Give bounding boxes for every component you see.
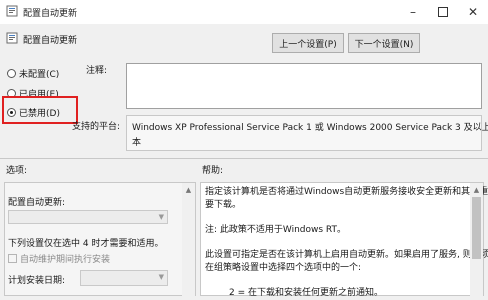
- supported-label: 支持的平台:: [72, 122, 121, 132]
- maintenance-checkbox[interactable]: [8, 254, 17, 263]
- scrollbar-thumb[interactable]: [472, 197, 481, 259]
- maintenance-option[interactable]: 自动维护期间执行安装: [8, 252, 110, 265]
- chevron-down-icon: ▼: [158, 273, 164, 281]
- section-divider: [0, 158, 488, 159]
- maximize-icon: [438, 7, 448, 17]
- options-label: 选项:: [6, 166, 28, 176]
- supported-platform-box: Windows XP Professional Service Pack 1 或…: [126, 115, 488, 151]
- configure-dropdown[interactable]: ▼: [8, 210, 168, 224]
- schedule-dropdown[interactable]: ▼: [80, 270, 168, 286]
- comment-input[interactable]: [126, 63, 482, 109]
- selection-highlight: [2, 96, 78, 124]
- supported-text-line2: 本: [132, 138, 142, 148]
- supported-text-line1: Windows XP Professional Service Pack 1 或…: [132, 123, 488, 133]
- options-note: 下列设置仅在选中 4 时才需要和适用。: [8, 239, 164, 249]
- next-setting-button[interactable]: 下一个设置(N): [348, 33, 420, 53]
- window-title: 配置自动更新: [23, 9, 78, 19]
- help-content: 指定该计算机是否将通过Windows自动更新服务接收安全更新和其他重 要下载。 …: [205, 186, 488, 300]
- chevron-down-icon: ▼: [158, 213, 164, 221]
- policy-name: 配置自动更新: [23, 36, 78, 46]
- close-button[interactable]: ✕: [458, 0, 488, 24]
- help-para1-line2: 要下载。: [205, 200, 242, 210]
- policy-settings-icon: [6, 5, 18, 17]
- maximize-button[interactable]: [428, 0, 458, 24]
- help-label: 帮助:: [202, 166, 224, 176]
- radio-not-configured[interactable]: 未配置(C): [7, 67, 59, 80]
- scroll-up-icon[interactable]: ▲: [470, 183, 483, 196]
- radio-circle[interactable]: [7, 69, 16, 78]
- previous-setting-button[interactable]: 上一个设置(P): [272, 33, 344, 53]
- comment-label: 注释:: [86, 66, 108, 76]
- close-icon: ✕: [467, 5, 479, 19]
- configure-label: 配置自动更新:: [8, 198, 66, 208]
- scroll-up-icon[interactable]: ▲: [182, 183, 195, 196]
- minimize-button[interactable]: –: [398, 0, 428, 24]
- maintenance-label: 自动维护期间执行安装: [20, 255, 111, 265]
- radio-label: 未配置(C): [19, 70, 60, 80]
- help-para3-line2: 在组策略设置中选择四个选项中的一个:: [205, 263, 362, 273]
- options-scrollbar[interactable]: [182, 183, 195, 296]
- minimize-icon: –: [410, 5, 416, 19]
- help-para2: 注: 此政策不适用于Windows RT。: [205, 225, 347, 235]
- help-para3-line1: 此设置可指定是否在该计算机上启用自动更新。如果启用了服务, 则必须: [205, 250, 488, 260]
- schedule-label: 计划安装日期:: [8, 276, 66, 286]
- policy-icon: [6, 32, 18, 44]
- help-para4: 2 = 在下载和安装任何更新之前通知。: [229, 288, 383, 298]
- help-para1-line1: 指定该计算机是否将通过Windows自动更新服务接收安全更新和其他重: [205, 187, 488, 197]
